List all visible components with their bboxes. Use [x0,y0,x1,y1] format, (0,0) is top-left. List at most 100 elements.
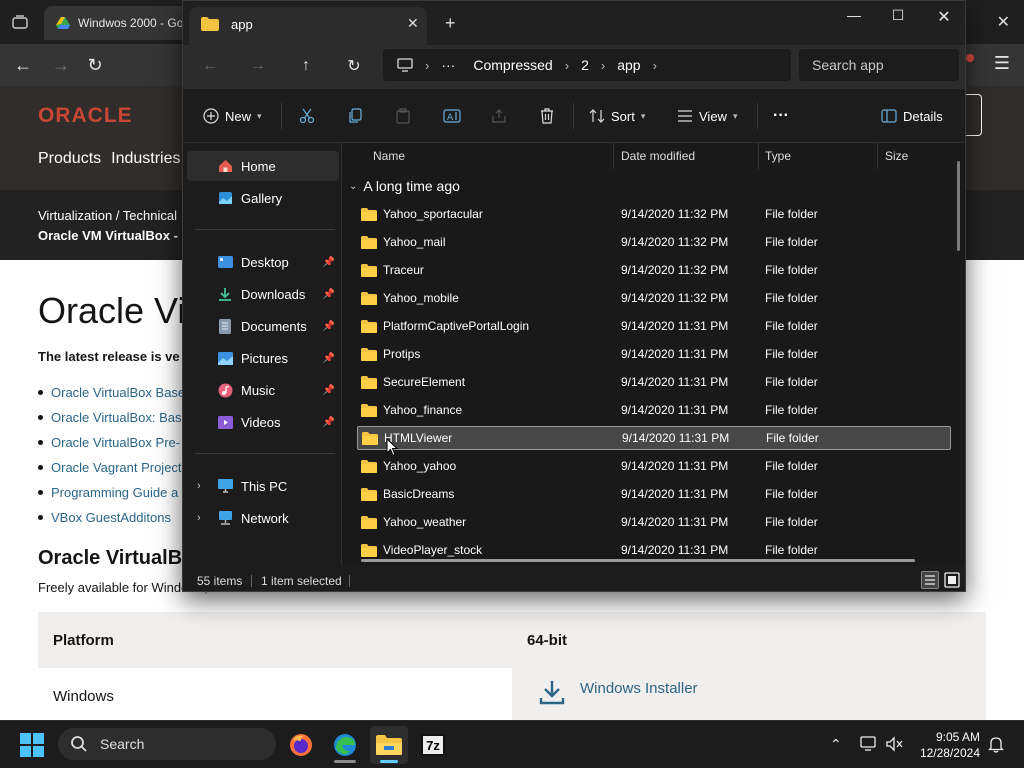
7zip-icon[interactable]: 7z [414,726,452,764]
file-type: File folder [765,403,818,417]
list-item[interactable]: Oracle VirtualBox Pre- [38,430,185,455]
file-date: 9/14/2020 11:32 PM [621,263,729,277]
table-row[interactable]: Yahoo_yahoo 9/14/2020 11:31 PM File folder [357,454,951,478]
drive-icon [56,17,70,29]
file-name: PlatformCaptivePortalLogin [383,319,530,333]
forward-icon[interactable]: → [50,54,72,76]
table-row[interactable]: Yahoo_mobile 9/14/2020 11:32 PM File folde… [357,286,951,310]
active-indicator [380,760,398,763]
file-type: File folder [765,235,818,249]
header-button[interactable] [964,94,982,136]
link-list: Oracle VirtualBox Base Oracle VirtualBox… [38,380,185,530]
network-tray-icon[interactable] [860,736,878,755]
browser-menu-icon[interactable]: ☰ [994,53,1010,74]
link-text[interactable]: Programming Guide a [51,485,178,500]
running-indicator [334,760,356,763]
file-explorer-icon[interactable] [370,726,408,764]
folder-icon [361,207,377,221]
file-date: 9/14/2020 11:31 PM [621,375,729,389]
table-row[interactable]: SecureElement 9/14/2020 11:31 PM File fold… [357,370,951,394]
table-row[interactable]: BasicDreams 9/14/2020 11:31 PM File folder [357,482,951,506]
table-row[interactable]: VideoPlayer_stock 9/14/2020 11:31 PM File … [357,538,951,557]
firefox-icon[interactable] [282,726,320,764]
table-row[interactable]: HTMLViewer 9/14/2020 11:31 PM File folder [357,426,951,450]
file-type: File folder [766,431,819,445]
table-row[interactable]: Yahoo_mail 9/14/2020 11:32 PM File folder [357,230,951,254]
folder-icon [361,487,377,501]
table-row[interactable]: PlatformCaptivePortalLogin 9/14/2020 11:3… [357,314,951,338]
show-hidden-icons-chevron-up-icon[interactable]: ⌃ [830,736,842,753]
nav-industries[interactable]: Industries [111,150,180,168]
file-name: Yahoo_weather [383,515,467,529]
mouse-cursor-icon [386,438,398,457]
breadcrumb[interactable]: Virtualization / Technical [38,208,177,223]
file-name: Yahoo_mail [383,235,446,249]
folder-icon [361,403,377,417]
table-row[interactable]: Yahoo_sportacular 9/14/2020 11:32 PM File … [357,202,951,226]
divider [251,575,252,587]
browser-close-icon[interactable]: ✕ [997,12,1010,32]
list-item[interactable]: Oracle Vagrant Project [38,455,185,480]
list-item[interactable]: Programming Guide a [38,480,185,505]
volume-muted-icon[interactable] [886,736,904,755]
platform-windows: Windows [53,688,114,705]
table-header [38,612,986,668]
section-title: Oracle VirtualBo [38,547,195,569]
link-text[interactable]: Oracle Vagrant Project [51,460,182,475]
link-text[interactable]: Oracle VirtualBox Base [51,385,185,400]
table-row[interactable]: Traceur 9/14/2020 11:32 PM File folder [357,258,951,282]
file-name: VideoPlayer_stock [383,543,483,557]
folder-icon [361,319,377,333]
tiles-view-icon[interactable] [943,571,961,589]
download-icon[interactable] [538,678,566,706]
reload-icon[interactable]: ↻ [84,54,106,76]
edge-icon[interactable] [326,726,364,764]
folder-icon [361,235,377,249]
tab-actions-icon[interactable] [8,10,32,34]
latest-release-text: The latest release is ve [38,349,180,364]
table-row[interactable]: Protips 9/14/2020 11:31 PM File folder [357,342,951,366]
horizontal-scrollbar[interactable] [361,559,915,562]
file-type: File folder [765,207,818,221]
file-date: 9/14/2020 11:31 PM [621,543,729,557]
nav-products[interactable]: Products [38,150,101,168]
table-row[interactable]: Yahoo_finance 9/14/2020 11:31 PM File fold… [357,398,951,422]
table-row[interactable]: Yahoo_weather 9/14/2020 11:31 PM File fold… [357,510,951,534]
search-label: Search [100,736,145,752]
file-explorer-window: app ✕ + — ☐ ✕ ← → ↑ ↻ › ··· Compressed ›… [182,0,966,592]
list-item[interactable]: Oracle VirtualBox: Bas [38,405,185,430]
list-item[interactable]: Oracle VirtualBox Base [38,380,185,405]
file-date: 9/14/2020 11:31 PM [622,431,730,445]
file-name: Yahoo_yahoo [383,459,457,473]
folder-icon [361,543,377,557]
page-title: Oracle Vi [38,290,186,331]
file-date: 9/14/2020 11:31 PM [621,459,729,473]
vertical-scrollbar[interactable] [957,161,960,251]
back-icon[interactable]: ← [12,54,34,76]
system-clock[interactable]: 9:05 AM 12/28/2024 [910,729,980,761]
notification-dot [966,54,974,62]
windows-installer-link[interactable]: Windows Installer [580,680,698,697]
link-text[interactable]: Oracle VirtualBox Pre- [51,435,180,450]
column-64bit: 64-bit [527,632,568,649]
file-date: 9/14/2020 11:31 PM [621,347,729,361]
taskbar-search[interactable]: Search [58,728,276,760]
folder-icon [361,375,377,389]
file-name: HTMLViewer [384,431,453,445]
link-text[interactable]: VBox GuestAdditons [51,510,171,525]
oracle-logo[interactable]: ORACLE [38,104,133,128]
notification-bell-icon[interactable] [987,736,1005,756]
browser-tab-title: Windwos 2000 - Go [78,16,184,30]
divider [349,575,350,587]
file-date: 9/14/2020 11:31 PM [621,403,729,417]
file-name: Yahoo_sportacular [383,207,483,221]
file-name: SecureElement [383,375,466,389]
file-type: File folder [765,263,818,277]
column-platform: Platform [53,632,114,649]
link-text[interactable]: Oracle VirtualBox: Bas [51,410,182,425]
list-item[interactable]: VBox GuestAdditons [38,505,185,530]
file-type: File folder [765,347,818,361]
windows-start-icon[interactable] [20,733,44,757]
folder-icon [361,263,377,277]
details-view-icon[interactable] [921,571,939,589]
